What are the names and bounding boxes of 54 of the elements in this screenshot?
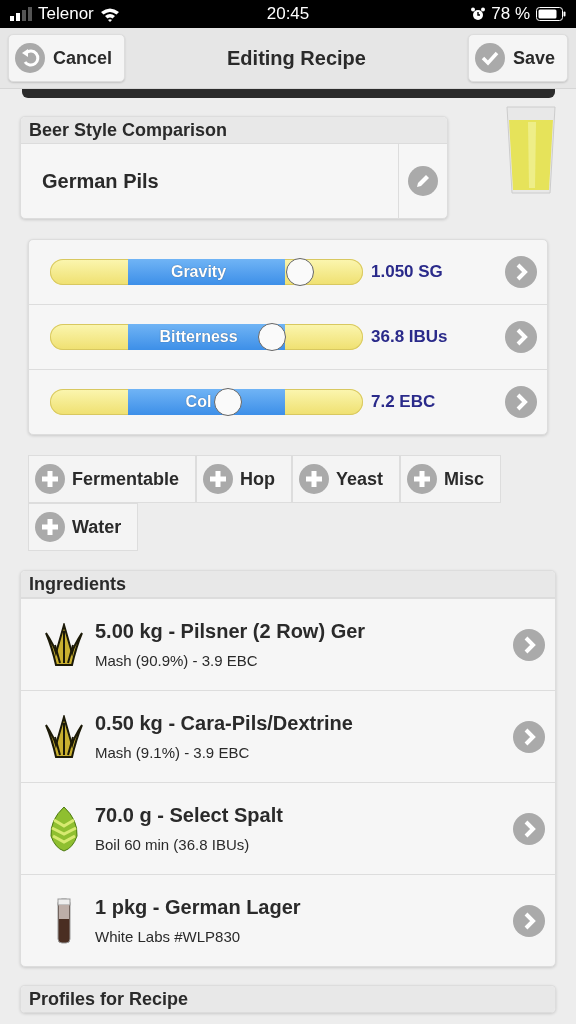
ingredient-row[interactable]: 70.0 g - Select Spalt Boil 60 min (36.8 IBUs) (21, 782, 555, 874)
pencil-icon (408, 166, 438, 196)
ingredient-name: 1 pkg - German Lager (95, 896, 302, 919)
ingredient-name: 0.50 kg - Cara-Pils/Dextrine (95, 712, 354, 735)
section-title: Ingredients (29, 574, 126, 594)
slider-reading: 1.050 SG (371, 262, 444, 282)
section-title: Profiles for Recipe (29, 989, 189, 1009)
chevron-icon[interactable] (513, 720, 545, 753)
plus-icon (35, 512, 65, 542)
chevron-icon[interactable] (513, 628, 545, 661)
ingredient-detail: Mash (9.1%) - 3.9 EBC (95, 744, 251, 761)
hop-icon (49, 805, 79, 852)
beer-glass-icon (506, 106, 556, 194)
undo-icon (15, 43, 45, 73)
add-ingredient-button[interactable]: Yeast (292, 455, 401, 503)
clock-time: 20:45 (266, 4, 310, 24)
alarm-icon (471, 7, 486, 21)
battery-percent: 78 % (491, 4, 530, 24)
wifi-icon (99, 6, 120, 22)
ingredient-row[interactable]: 5.00 kg - Pilsner (2 Row) Ger Mash (90.9%) - 3.9 EBC (21, 598, 555, 690)
chevron-icon[interactable] (505, 256, 537, 288)
carrier-name: Telenor (38, 4, 94, 24)
yeast-vial-icon (57, 897, 71, 944)
ingredient-detail: White Labs #WLP830 (95, 928, 242, 945)
ingredient-name: 5.00 kg - Pilsner (2 Row) Ger (95, 620, 367, 643)
ingredient-row[interactable]: 1 pkg - German Lager White Labs #WLP830 (21, 874, 555, 966)
add-ingredient-button[interactable]: Misc (400, 455, 502, 503)
checkmark-icon (474, 43, 505, 73)
signal-icon (10, 7, 32, 21)
screen-title: Editing Recipe (227, 46, 366, 70)
ingredient-detail: Mash (90.9%) - 3.9 EBC (95, 652, 259, 669)
chevron-icon[interactable] (505, 386, 537, 418)
ingredient-row[interactable]: 0.50 kg - Cara-Pils/Dextrine Mash (9.1%) - 3.9 EBC (21, 690, 555, 782)
add-ingredient-button[interactable]: Hop (196, 455, 293, 503)
section-title: Beer Style Comparison (29, 120, 228, 140)
chevron-icon[interactable] (513, 904, 545, 937)
plus-icon (35, 464, 65, 494)
wheat-icon (42, 714, 86, 759)
ingredient-name: 70.0 g - Select Spalt (95, 804, 284, 827)
battery-icon (536, 7, 566, 21)
wheat-icon (42, 622, 86, 667)
chevron-icon[interactable] (513, 812, 545, 845)
slider-reading: 7.2 EBC (371, 392, 437, 412)
plus-icon (299, 464, 330, 494)
add-ingredient-button[interactable]: Water (28, 503, 139, 551)
save-button[interactable]: Save (467, 34, 568, 82)
ingredient-detail: Boil 60 min (36.8 IBUs) (95, 836, 251, 853)
cancel-button[interactable]: Cancel (8, 34, 126, 82)
plus-icon (407, 464, 438, 494)
chevron-icon[interactable] (505, 321, 537, 353)
style-name: German Pils (41, 169, 160, 193)
slider-reading: 36.8 IBUs (371, 327, 449, 347)
add-ingredient-button[interactable]: Fermentable (28, 455, 197, 503)
plus-icon (203, 464, 234, 494)
